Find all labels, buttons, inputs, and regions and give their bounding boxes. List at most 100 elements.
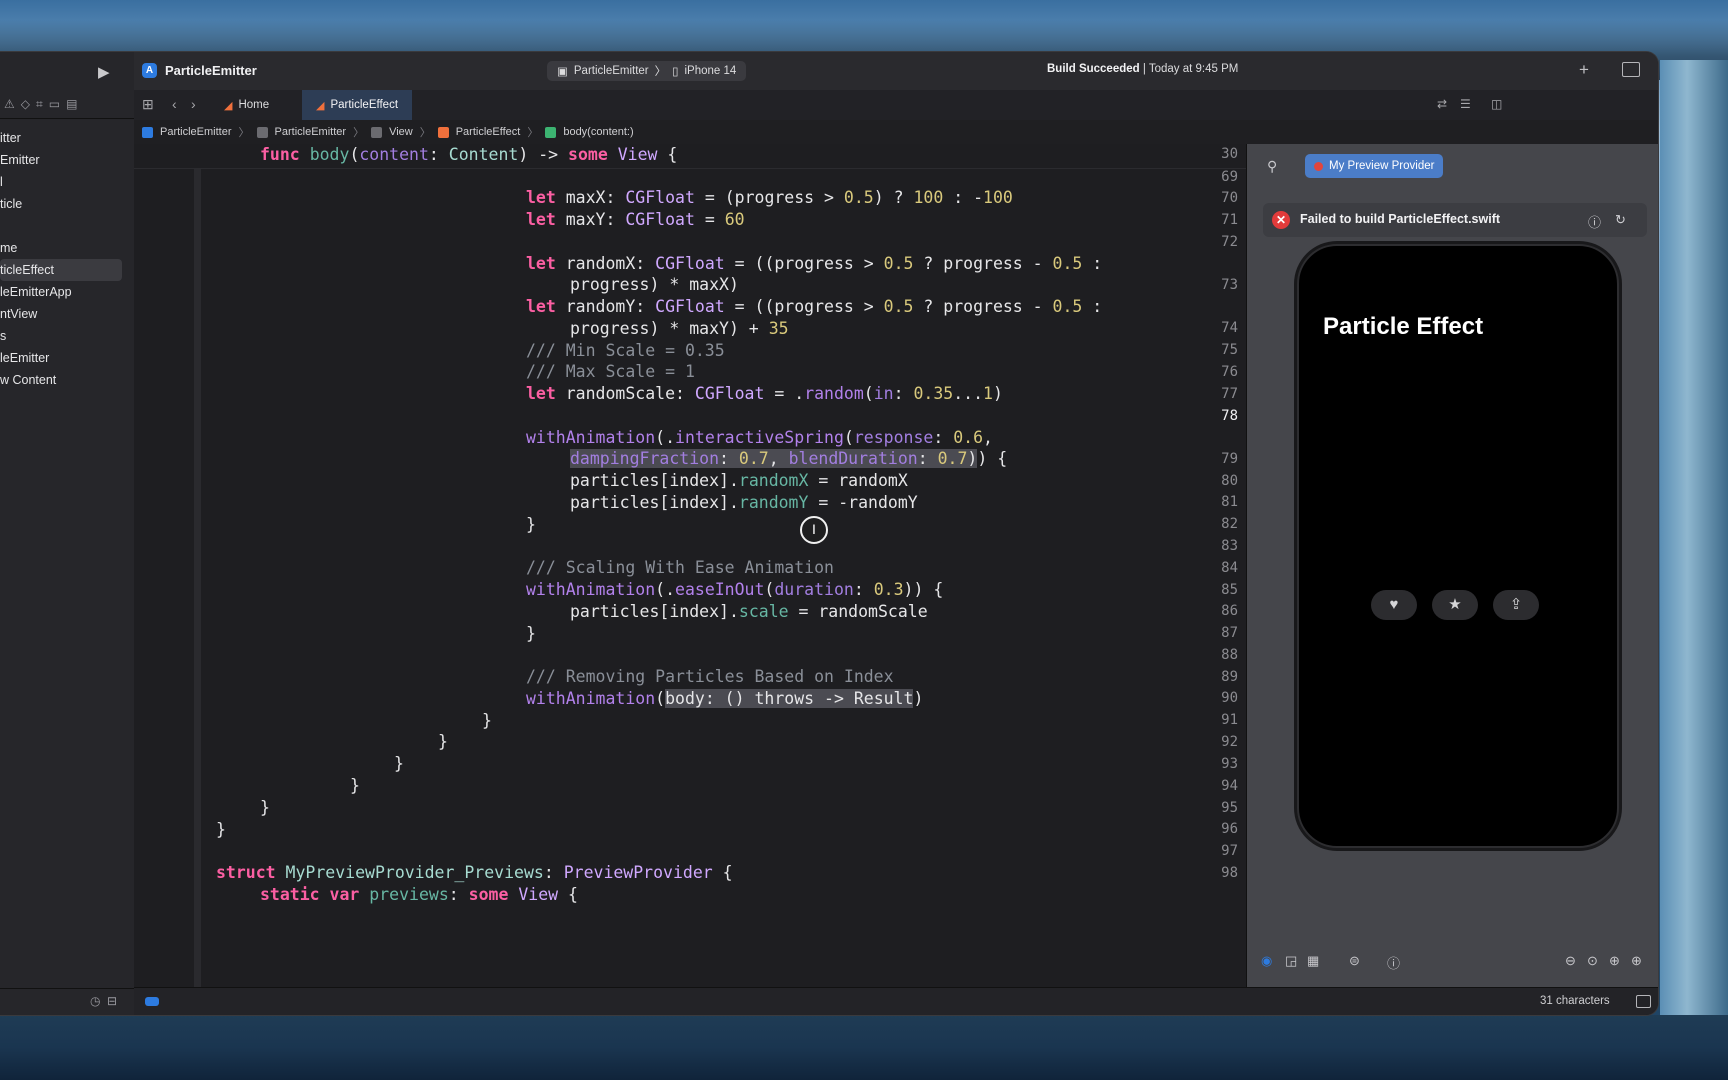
report-icon[interactable]: ▤: [66, 97, 77, 111]
debug-area-toggle-icon[interactable]: [145, 997, 159, 1006]
breadcrumb-item[interactable]: ParticleEffect: [456, 126, 521, 138]
phone-button-row: ♥ ★ ⇪: [1371, 590, 1539, 620]
sidebar-item[interactable]: leEmitter: [0, 347, 134, 369]
swift-icon: [437, 126, 449, 138]
color-scheme-icon[interactable]: ⓘ: [1387, 953, 1400, 972]
add-icon[interactable]: +: [1579, 60, 1589, 80]
error-message: Failed to build ParticleEffect.swift: [1300, 212, 1501, 226]
sidebar-item[interactable]: leEmitterApp: [0, 281, 134, 303]
line-number: 79: [1221, 451, 1238, 467]
line-number: 70: [1221, 190, 1238, 206]
line-number: 82: [1221, 516, 1238, 532]
inspector-toggle-icon[interactable]: [1622, 62, 1640, 77]
sidebar-item[interactable]: ticle: [0, 193, 134, 215]
line-number: 98: [1221, 865, 1238, 881]
sidebar-item[interactable]: s: [0, 325, 134, 347]
sidebar-item[interactable]: w Content: [0, 369, 134, 391]
app-icon: A: [142, 63, 157, 78]
code-editor[interactable]: 30 func body(content: Content) -> some V…: [134, 144, 1246, 987]
code-line: let randomX: CGFloat = ((progress > 0.5 …: [526, 254, 1103, 273]
line-number: 85: [1221, 582, 1238, 598]
code-line: progress) * maxY) + 35: [570, 319, 789, 338]
sidebar-item[interactable]: ntView: [0, 303, 134, 325]
zoom-actual-icon[interactable]: ⊕: [1609, 953, 1620, 969]
zoom-out-icon[interactable]: ⊖: [1565, 953, 1576, 969]
line-number: 97: [1221, 843, 1238, 859]
line-number: 96: [1221, 821, 1238, 837]
diagnostics-icon[interactable]: ⓘ: [1588, 212, 1601, 231]
forward-icon[interactable]: ›: [191, 96, 196, 112]
code-line: struct MyPreviewProvider_Previews: Previ…: [216, 863, 733, 882]
breadcrumb: ParticleEmitter 〉 ParticleEmitter 〉 View…: [134, 120, 1658, 145]
tab-particleeffect[interactable]: ◢ ParticleEffect: [302, 90, 413, 120]
navigator-sidebar: ▶ ⚠ ◇ ⌗ ▭ ▤ itter Emitter l ticle me tic…: [0, 52, 135, 1015]
scheme-target: ParticleEmitter: [573, 65, 649, 77]
breadcrumb-item[interactable]: View: [389, 126, 413, 138]
preview-provider-label: My Preview Provider: [1329, 160, 1435, 172]
sidebar-item[interactable]: Emitter: [0, 149, 134, 171]
zoom-fit-icon[interactable]: ⊙: [1587, 953, 1598, 969]
variants-icon[interactable]: ▦: [1307, 953, 1319, 969]
star-icon[interactable]: ★: [1432, 590, 1478, 620]
filter-options-icon[interactable]: ⊟: [107, 994, 117, 1008]
preview-provider-chip[interactable]: My Preview Provider: [1305, 154, 1444, 178]
editor-options-icon[interactable]: ☰: [1460, 97, 1471, 111]
code-folding-ribbon[interactable]: [194, 168, 201, 987]
sidebar-item[interactable]: me: [0, 237, 134, 259]
chevron-right-icon: 〉: [654, 66, 667, 78]
sidebar-item[interactable]: itter: [0, 127, 134, 149]
split-editor-icon[interactable]: ◫: [1491, 97, 1502, 111]
zoom-in-icon[interactable]: ⊕: [1631, 953, 1642, 969]
breadcrumb-item[interactable]: ParticleEmitter: [160, 126, 232, 138]
code-line: }: [394, 754, 404, 773]
warning-icon[interactable]: ⚠: [4, 97, 15, 111]
tab-home[interactable]: ◢ Home: [210, 90, 283, 120]
tab-label: ParticleEffect: [330, 99, 399, 111]
sticky-header: 30 func body(content: Content) -> some V…: [134, 144, 1246, 169]
line-number-current: 78: [1221, 408, 1238, 424]
refresh-icon[interactable]: ↻: [1615, 212, 1626, 228]
breadcrumb-item[interactable]: ParticleEmitter: [275, 126, 347, 138]
code-line: }: [526, 515, 536, 534]
line-number: 90: [1221, 690, 1238, 706]
code-line: particles[index].randomY = -randomY: [570, 493, 918, 512]
line-number: 94: [1221, 778, 1238, 794]
code-line: }: [526, 624, 536, 643]
pin-icon[interactable]: ⚲: [1267, 158, 1277, 175]
heart-icon[interactable]: ♥: [1371, 590, 1417, 620]
code-line: let randomY: CGFloat = ((progress > 0.5 …: [526, 297, 1103, 316]
chevron-right-icon: 〉: [419, 127, 431, 139]
editor-status-bar: 31 characters: [134, 987, 1658, 1015]
code-line: withAnimation(body: () throws -> Result): [526, 689, 924, 708]
project-title: ParticleEmitter: [165, 63, 257, 78]
code-line: let randomScale: CGFloat = .random(in: 0…: [526, 384, 1003, 403]
refresh-icon[interactable]: ⇄: [1437, 97, 1447, 111]
sidebar-item-selected[interactable]: ticleEffect: [0, 259, 122, 281]
code-line: }: [482, 711, 492, 730]
grid-icon[interactable]: ⊞: [142, 96, 154, 113]
sidebar-item[interactable]: l: [0, 171, 134, 193]
line-number: 81: [1221, 494, 1238, 510]
scheme-selector[interactable]: ▣ ParticleEmitter 〉 ▯ iPhone 14: [547, 61, 747, 81]
tag-icon[interactable]: ⌗: [36, 97, 43, 112]
sidebar-top: ▶: [0, 52, 134, 90]
build-error-banner: ✕ Failed to build ParticleEffect.swift ⓘ…: [1263, 203, 1647, 237]
live-mode-icon[interactable]: ◉: [1261, 953, 1272, 969]
device-settings-icon[interactable]: ⊜: [1349, 953, 1360, 969]
line-number: 88: [1221, 647, 1238, 663]
device-preview[interactable]: Particle Effect ♥ ★ ⇪: [1297, 244, 1619, 848]
error-icon: ✕: [1272, 211, 1290, 229]
build-status: Build Succeeded | Today at 9:45 PM: [1047, 63, 1238, 75]
share-icon[interactable]: ⇪: [1493, 590, 1539, 620]
diamond-icon[interactable]: ◇: [21, 97, 30, 111]
run-icon[interactable]: ▶: [98, 63, 110, 81]
line-number: 80: [1221, 473, 1238, 489]
selectable-mode-icon[interactable]: ◲: [1285, 953, 1297, 969]
breadcrumb-item[interactable]: body(content:): [563, 126, 633, 138]
recent-files-icon[interactable]: ◷: [90, 994, 100, 1008]
breakpoint-icon[interactable]: ▭: [49, 97, 60, 111]
back-icon[interactable]: ‹: [172, 96, 177, 112]
debug-panel-icon[interactable]: [1636, 995, 1651, 1008]
line-number: 30: [1221, 146, 1238, 162]
swift-icon: ◢: [224, 99, 233, 112]
